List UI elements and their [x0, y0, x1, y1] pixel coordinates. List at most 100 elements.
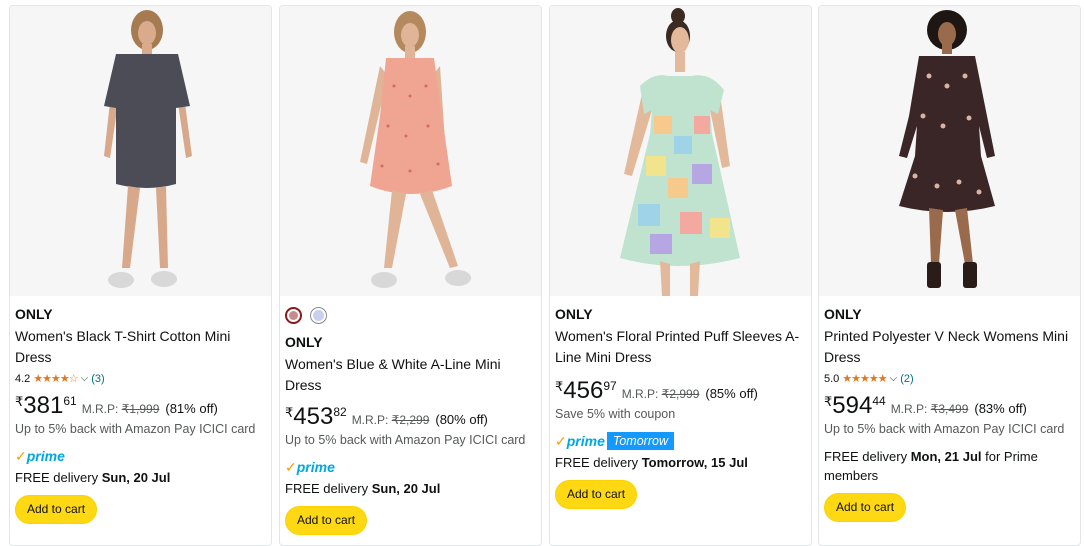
prime-check-icon: ✓	[285, 458, 297, 475]
bank-offer: Up to 5% back with Amazon Pay ICICI card	[285, 433, 526, 447]
delivery-date: Mon, 21 Jul	[910, 449, 982, 464]
product-info: ONLY Women's Floral Printed Puff Sleeves…	[555, 304, 806, 509]
mrp-label: M.R.P:	[81, 402, 119, 416]
product-card: ONLY Women's Floral Printed Puff Sleeves…	[549, 5, 812, 546]
discount-percent: (85% off)	[705, 386, 758, 401]
chevron-down-icon[interactable]: ⌵	[890, 371, 898, 387]
mrp: M.R.P: ₹3,499	[891, 402, 969, 416]
rating-value: 4.2	[15, 373, 31, 385]
bank-offer: Up to 5% back with Amazon Pay ICICI card	[824, 422, 1065, 436]
rating-row: 5.0 ★★★★★ ⌵ (2)	[824, 371, 1075, 387]
product-image[interactable]	[550, 6, 811, 296]
price-whole: 594	[832, 392, 873, 419]
coupon-offer: Save 5% with coupon	[555, 407, 676, 421]
product-title-link[interactable]: Women's Floral Printed Puff Sleeves A-Li…	[555, 326, 806, 368]
delivery-prefix: FREE delivery	[824, 449, 908, 464]
product-image[interactable]	[280, 6, 541, 296]
discount-percent: (80% off)	[435, 412, 488, 427]
price-fraction: 44	[872, 394, 886, 408]
price-row: ₹ 456 97 M.R.P: ₹2,999 (85% off)	[555, 378, 806, 406]
product-grid: ONLY Women's Black T-Shirt Cotton Mini D…	[9, 5, 1084, 546]
add-to-cart-button[interactable]: Add to cart	[285, 506, 368, 535]
brand-name: ONLY	[285, 334, 323, 350]
color-swatch[interactable]	[310, 306, 327, 324]
prime-badge: ✓ prime	[15, 447, 266, 465]
review-count-link[interactable]: (3)	[91, 371, 104, 387]
rating-row: 4.2 ★★★★☆ ⌵ (3)	[15, 371, 266, 387]
discount-percent: (83% off)	[974, 401, 1027, 416]
price-fraction: 97	[603, 379, 617, 393]
review-count-link[interactable]: (2)	[900, 371, 913, 387]
currency-symbol: ₹	[15, 394, 24, 409]
mrp: M.R.P: ₹2,999	[622, 387, 700, 401]
delivery-info: FREE delivery Sun, 20 Jul	[15, 468, 266, 487]
prime-logo: prime	[566, 433, 605, 449]
price-row: ₹ 381 61 M.R.P: ₹1,999 (81% off)	[15, 393, 266, 421]
discount-percent: (81% off)	[165, 401, 218, 416]
delivery-prefix: FREE delivery	[15, 470, 99, 485]
price-row: ₹ 594 44 M.R.P: ₹3,499 (83% off)	[824, 393, 1075, 421]
product-title-link[interactable]: Printed Polyester V Neck Womens Mini Dre…	[824, 326, 1075, 368]
mrp-label: M.R.P:	[890, 402, 928, 416]
currency-symbol: ₹	[555, 379, 564, 394]
prime-tomorrow-badge: Tomorrow	[606, 432, 674, 450]
prime-badge: ✓ prime	[285, 458, 536, 476]
brand-name: ONLY	[824, 306, 862, 322]
product-card: ONLY Printed Polyester V Neck Womens Min…	[818, 5, 1081, 546]
add-to-cart-button[interactable]: Add to cart	[555, 480, 638, 509]
price-row: ₹ 453 82 M.R.P: ₹2,299 (80% off)	[285, 404, 536, 432]
price-fraction: 82	[333, 405, 347, 419]
mrp-label: M.R.P:	[351, 413, 389, 427]
color-swatch-selected[interactable]	[285, 306, 302, 324]
mrp: M.R.P: ₹1,999	[82, 402, 160, 416]
product-title-link[interactable]: Women's Blue & White A-Line Mini Dress	[285, 354, 536, 396]
dress-photo-icon	[819, 6, 1080, 296]
star-rating-icon[interactable]: ★★★★☆	[33, 371, 78, 387]
mrp-value: ₹3,499	[930, 402, 969, 416]
product-image[interactable]	[10, 6, 271, 296]
dress-photo-icon	[280, 6, 541, 296]
currency-symbol: ₹	[824, 394, 833, 409]
product-info: ONLY Printed Polyester V Neck Womens Min…	[824, 304, 1075, 522]
delivery-prefix: FREE delivery	[555, 455, 639, 470]
price-whole: 453	[293, 403, 334, 430]
product-image[interactable]	[819, 6, 1080, 296]
price-whole: 456	[563, 377, 604, 404]
add-to-cart-button[interactable]: Add to cart	[824, 493, 907, 522]
product-title-link[interactable]: Women's Black T-Shirt Cotton Mini Dress	[15, 326, 266, 368]
delivery-date: Sun, 20 Jul	[371, 481, 441, 496]
rating-value: 5.0	[824, 373, 840, 385]
chevron-down-icon[interactable]: ⌵	[81, 371, 89, 387]
prime-check-icon: ✓	[555, 432, 567, 449]
mrp-value: ₹2,999	[661, 387, 700, 401]
prime-logo: prime	[296, 459, 335, 475]
product-card: ONLY Women's Black T-Shirt Cotton Mini D…	[9, 5, 272, 546]
delivery-info: FREE delivery Sun, 20 Jul	[285, 479, 536, 498]
delivery-info: FREE delivery Tomorrow, 15 Jul	[555, 453, 806, 472]
prime-check-icon: ✓	[15, 447, 27, 464]
brand-name: ONLY	[15, 306, 53, 322]
delivery-prefix: FREE delivery	[285, 481, 369, 496]
delivery-date: Tomorrow, 15 Jul	[641, 455, 748, 470]
bank-offer: Up to 5% back with Amazon Pay ICICI card	[15, 422, 256, 436]
dress-photo-icon	[10, 6, 271, 296]
product-card: ONLY Women's Blue & White A-Line Mini Dr…	[279, 5, 542, 546]
currency-symbol: ₹	[285, 405, 294, 420]
brand-name: ONLY	[555, 306, 593, 322]
product-info: ONLY Women's Black T-Shirt Cotton Mini D…	[15, 304, 266, 524]
add-to-cart-button[interactable]: Add to cart	[15, 495, 98, 524]
mrp-value: ₹2,299	[391, 413, 430, 427]
color-swatches	[285, 304, 536, 326]
prime-badge: ✓ prime Tomorrow	[555, 432, 806, 450]
price-whole: 381	[23, 392, 64, 419]
delivery-info: FREE delivery Mon, 21 Jul for Prime memb…	[824, 447, 1075, 485]
delivery-date: Sun, 20 Jul	[101, 470, 171, 485]
mrp-value: ₹1,999	[121, 402, 160, 416]
product-info: ONLY Women's Blue & White A-Line Mini Dr…	[285, 304, 536, 535]
price-fraction: 61	[63, 394, 77, 408]
star-rating-icon[interactable]: ★★★★★	[842, 371, 887, 387]
mrp: M.R.P: ₹2,299	[352, 413, 430, 427]
dress-photo-icon	[550, 6, 811, 296]
mrp-label: M.R.P:	[621, 387, 659, 401]
prime-logo: prime	[26, 448, 65, 464]
